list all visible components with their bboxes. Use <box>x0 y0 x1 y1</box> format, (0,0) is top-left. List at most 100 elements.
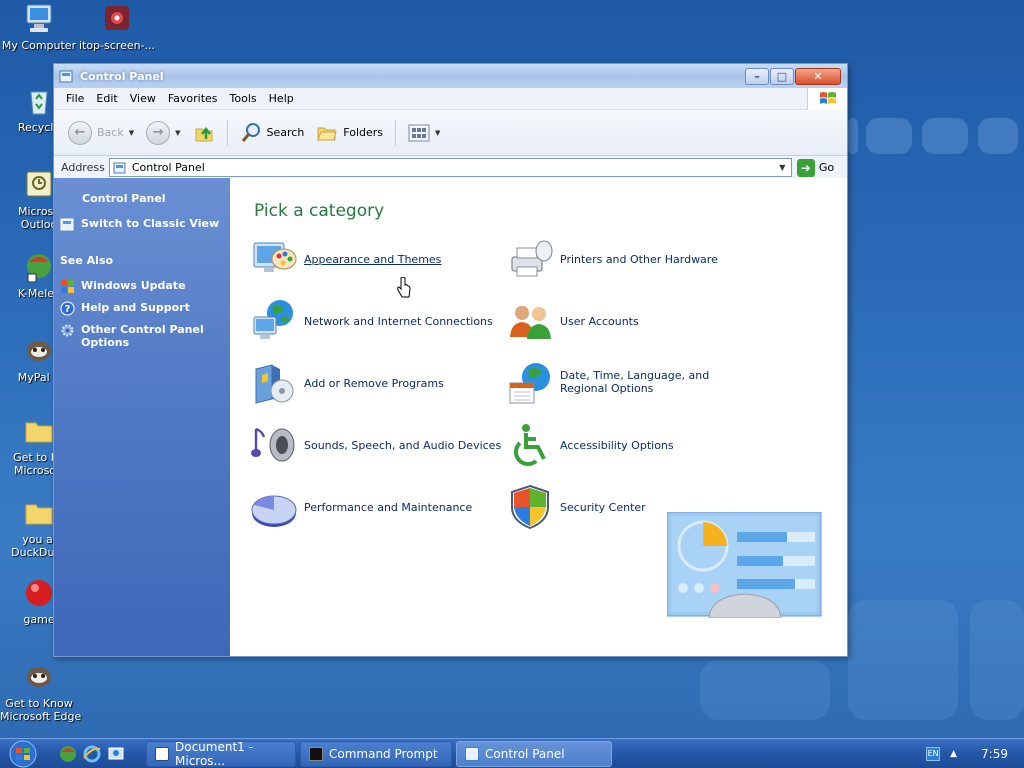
menu-tools[interactable]: Tools <box>224 92 263 105</box>
task-control-panel[interactable]: Control Panel <box>456 740 612 767</box>
category-accessibility[interactable]: Accessibility Options <box>506 421 674 469</box>
language-indicator[interactable]: EN <box>926 746 941 761</box>
quicklaunch-browser[interactable] <box>56 742 80 766</box>
address-input[interactable]: Control Panel ▼ <box>108 158 792 177</box>
quicklaunch-ie[interactable] <box>80 742 104 766</box>
datetime-icon <box>509 363 550 404</box>
minimize-button[interactable]: – <box>745 67 769 85</box>
desktop-decoration <box>978 118 1018 154</box>
switch-classic-view-link[interactable]: Switch to Classic View <box>60 217 230 232</box>
sound-icon <box>251 427 295 462</box>
desktop-icon-label: itop-screen-... <box>78 39 156 52</box>
category-performance[interactable]: Performance and Maintenance <box>250 483 472 531</box>
folder-icon <box>25 422 53 443</box>
see-also-title: See Also <box>60 254 114 267</box>
category-user-accounts[interactable]: User Accounts <box>506 297 639 345</box>
category-label: Performance and Maintenance <box>304 500 473 514</box>
task-pane-title: Control Panel <box>82 192 166 205</box>
windows-update-label: Windows Update <box>81 279 186 292</box>
clock[interactable]: 7:59 <box>981 747 1008 761</box>
forward-dropdown-icon[interactable]: ▼ <box>175 129 180 137</box>
category-label: Printers and Other Hardware <box>560 252 718 266</box>
browser-icon <box>60 745 76 762</box>
system-tray: EN ▲ 7:59 <box>926 746 1024 761</box>
tray-expand-icon[interactable]: ▲ <box>950 749 957 759</box>
desktop-icon-my-computer[interactable]: My Computer <box>0 2 78 52</box>
help-support-link[interactable]: ? Help and Support <box>60 301 230 316</box>
windows-update-link[interactable]: Windows Update <box>60 279 230 294</box>
outlook-icon <box>26 171 52 197</box>
task-document1[interactable]: Document1 - Micros... <box>146 739 296 768</box>
desktop-decoration <box>700 660 830 720</box>
menu-favorites[interactable]: Favorites <box>162 92 224 105</box>
quicklaunch-desktop[interactable] <box>104 742 128 766</box>
mypal-icon <box>27 667 51 687</box>
hand-cursor-icon <box>397 277 411 298</box>
address-dropdown-icon[interactable]: ▼ <box>774 159 791 176</box>
help-support-label: Help and Support <box>81 301 190 314</box>
up-button[interactable] <box>189 122 219 144</box>
category-network[interactable]: Network and Internet Connections <box>250 297 493 345</box>
category-label: Sounds, Speech, and Audio Devices <box>304 438 502 452</box>
forward-button[interactable]: → ▼ <box>142 120 184 145</box>
category-date-time[interactable]: Date, Time, Language, and Regional Optio… <box>506 359 750 407</box>
control-panel-icon <box>465 746 479 761</box>
menu-file[interactable]: File <box>60 92 90 105</box>
desktop-icon-itop[interactable]: itop-screen-... <box>78 2 156 52</box>
accessibility-icon <box>513 424 546 467</box>
category-label: Network and Internet Connections <box>304 314 493 328</box>
category-sounds[interactable]: Sounds, Speech, and Audio Devices <box>250 421 501 469</box>
category-programs[interactable]: Add or Remove Programs <box>250 359 444 407</box>
windows-logo-icon <box>807 88 847 110</box>
shield-icon <box>511 484 549 530</box>
start-button[interactable] <box>0 739 46 768</box>
views-dropdown-icon[interactable]: ▼ <box>435 129 440 137</box>
category-label: Accessibility Options <box>560 438 674 452</box>
window-title: Control Panel <box>80 69 164 83</box>
close-button[interactable]: ✕ <box>795 67 841 85</box>
internet-explorer-icon <box>83 745 101 762</box>
search-button[interactable]: Search <box>236 122 309 144</box>
folder-icon <box>25 504 53 525</box>
category-security-center[interactable]: Security Center <box>506 483 646 531</box>
printer-icon <box>511 240 553 277</box>
taskbar: Document1 - Micros... Command Prompt Con… <box>0 738 1024 768</box>
category-appearance[interactable]: Appearance and Themes <box>250 235 441 283</box>
task-pane: Control Panel Switch to Classic View See… <box>54 178 230 656</box>
menu-help[interactable]: Help <box>263 92 300 105</box>
folders-icon <box>317 127 337 140</box>
back-arrow-icon: ← <box>68 120 92 145</box>
title-bar[interactable]: Control Panel – □ ✕ <box>54 64 847 88</box>
menu-edit[interactable]: Edit <box>90 92 123 105</box>
kmeleon-icon <box>27 254 51 283</box>
back-dropdown-icon[interactable]: ▼ <box>129 129 134 137</box>
command-prompt-icon <box>309 746 323 761</box>
folder-up-icon <box>195 126 212 141</box>
appearance-icon <box>253 242 297 272</box>
folders-button[interactable]: Folders <box>312 122 387 144</box>
desktop-icon-label: Get to Know Microsoft Edge <box>0 697 82 723</box>
address-value: Control Panel <box>131 161 205 174</box>
game-icon <box>26 580 52 606</box>
views-button[interactable]: ▼ <box>404 123 444 143</box>
maximize-button[interactable]: □ <box>770 67 794 85</box>
task-command-prompt[interactable]: Command Prompt <box>300 740 452 767</box>
gear-icon <box>61 324 74 337</box>
control-panel-icon <box>60 218 74 231</box>
back-button[interactable]: ← Back ▼ <box>64 120 138 145</box>
category-label: Appearance and Themes <box>304 252 442 266</box>
desktop-icon-edge[interactable]: Get to Know Microsoft Edge <box>0 660 82 723</box>
desktop-decoration <box>866 118 912 154</box>
menu-view[interactable]: View <box>124 92 162 105</box>
control-panel-icon <box>59 70 73 82</box>
go-label: Go <box>818 161 835 174</box>
category-label: User Accounts <box>560 314 639 328</box>
views-icon <box>408 124 430 141</box>
menu-bar: File Edit View Favorites Tools Help <box>54 88 847 110</box>
other-options-link[interactable]: Other Control Panel Options <box>60 323 230 349</box>
task-label: Document1 - Micros... <box>175 739 253 768</box>
back-label: Back <box>97 126 124 139</box>
go-button[interactable]: ➜ Go <box>796 158 835 177</box>
svg-text:?: ? <box>65 304 71 315</box>
category-printers[interactable]: Printers and Other Hardware <box>506 235 718 283</box>
